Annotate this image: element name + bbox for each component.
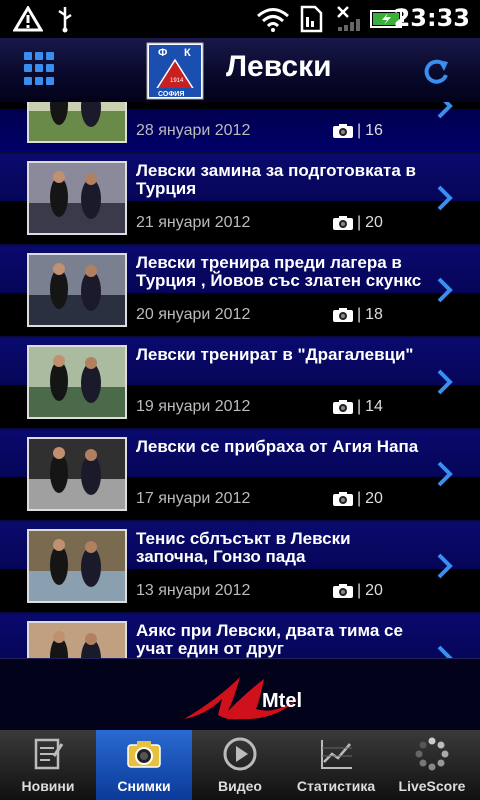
photo-thumbnail bbox=[27, 529, 127, 603]
camera-small-icon bbox=[333, 216, 353, 230]
count-value: 20 bbox=[365, 582, 383, 599]
item-date: 20 януари 2012 bbox=[136, 306, 251, 323]
item-date: 19 януари 2012 bbox=[136, 398, 251, 415]
tab-label: Статистика bbox=[296, 778, 376, 794]
count-separator: | bbox=[357, 214, 362, 231]
ad-banner[interactable]: Mtel bbox=[0, 658, 480, 731]
chevron-right-icon bbox=[437, 369, 453, 395]
chevron-right-icon bbox=[437, 102, 453, 119]
photo-count: | 18 bbox=[333, 306, 383, 324]
tab-label: Новини bbox=[21, 778, 75, 794]
wifi-icon bbox=[256, 6, 290, 32]
count-value: 18 bbox=[365, 306, 383, 323]
camera-small-icon bbox=[333, 308, 353, 322]
camera-small-icon bbox=[333, 584, 353, 598]
chevron-right-icon bbox=[437, 553, 453, 579]
item-title: Тенис сблъсъкт в Левски започна, Гонзо п… bbox=[136, 529, 351, 566]
item-title: Левски тренират в "Драгалевци" bbox=[136, 345, 414, 364]
camera-small-icon bbox=[333, 400, 353, 414]
camera-small-icon bbox=[333, 124, 353, 138]
item-date: 21 януари 2012 bbox=[136, 214, 251, 231]
photo-count: | 16 bbox=[333, 122, 383, 140]
app-header: Ф К 1914 СОФИЯ Левски bbox=[0, 38, 480, 103]
tab-label: Снимки bbox=[117, 778, 171, 794]
svg-text:1914: 1914 bbox=[170, 78, 184, 84]
gallery-list: 28 януари 2012 | 16 Левски замина за подгот… bbox=[0, 102, 480, 658]
list-item[interactable]: Аякс при Левски, двата тима се учат един… bbox=[0, 612, 480, 658]
item-title: Левски се прибраха от Агия Напа bbox=[136, 437, 419, 456]
tab-video[interactable]: Видео bbox=[192, 730, 288, 800]
list-item[interactable]: 28 януари 2012 | 16 bbox=[0, 102, 480, 152]
count-separator: | bbox=[357, 306, 362, 323]
photo-count: | 20 bbox=[333, 214, 383, 232]
item-date: 13 януари 2012 bbox=[136, 582, 251, 599]
item-title: Левски тренира преди лагера в Турция , Й… bbox=[136, 253, 422, 290]
count-value: 14 bbox=[365, 398, 383, 415]
list-item[interactable]: Левски замина за подготовката в Турция 21… bbox=[0, 152, 480, 244]
tab-label: LiveScore bbox=[398, 778, 466, 794]
ad-brand-text: Mtel bbox=[262, 690, 302, 712]
photo-thumbnail bbox=[27, 161, 127, 235]
photo-thumbnail bbox=[27, 253, 127, 327]
photo-count: | 14 bbox=[333, 398, 383, 416]
svg-text:Ф: Ф bbox=[158, 47, 167, 59]
spinner-icon bbox=[415, 737, 449, 771]
tab-photos[interactable]: Снимки bbox=[96, 730, 192, 800]
item-title: Аякс при Левски, двата тима се учат един… bbox=[136, 621, 403, 658]
refresh-icon[interactable] bbox=[422, 56, 452, 86]
chevron-right-icon bbox=[437, 277, 453, 303]
count-separator: | bbox=[357, 398, 362, 415]
photo-thumbnail bbox=[27, 102, 127, 143]
photo-thumbnail bbox=[27, 345, 127, 419]
tab-statistics[interactable]: Статистика bbox=[288, 730, 384, 800]
item-date: 17 януари 2012 bbox=[136, 490, 251, 507]
svg-text:К: К bbox=[184, 47, 191, 59]
list-item[interactable]: Левски тренират в "Драгалевци" 19 януари … bbox=[0, 336, 480, 428]
club-logo: Ф К 1914 СОФИЯ bbox=[146, 42, 204, 100]
photo-thumbnail bbox=[27, 437, 127, 511]
list-item[interactable]: Тенис сблъсъкт в Левски започна, Гонзо п… bbox=[0, 520, 480, 612]
tab-livescore[interactable]: LiveScore bbox=[384, 730, 480, 800]
chart-icon bbox=[321, 740, 352, 769]
page-title: Левски bbox=[226, 50, 332, 83]
play-icon bbox=[223, 737, 257, 771]
tab-label: Видео bbox=[218, 778, 262, 794]
sim-icon bbox=[298, 5, 324, 33]
photo-count: | 20 bbox=[333, 582, 383, 600]
signal-off-icon bbox=[334, 6, 364, 32]
photo-thumbnail bbox=[27, 621, 127, 658]
menu-grid-icon[interactable] bbox=[24, 52, 58, 86]
news-icon bbox=[34, 738, 64, 770]
count-separator: | bbox=[357, 490, 362, 507]
chevron-right-icon bbox=[437, 461, 453, 487]
status-bar: 23:33 bbox=[0, 0, 480, 38]
clock: 23:33 bbox=[393, 4, 470, 32]
mtel-logo: Mtel bbox=[184, 677, 302, 720]
count-value: 20 bbox=[365, 490, 383, 507]
svg-text:СОФИЯ: СОФИЯ bbox=[158, 91, 184, 98]
list-item[interactable]: Левски се прибраха от Агия Напа 17 януари… bbox=[0, 428, 480, 520]
list-item[interactable]: Левски тренира преди лагера в Турция , Й… bbox=[0, 244, 480, 336]
camera-small-icon bbox=[333, 492, 353, 506]
tab-news[interactable]: Новини bbox=[0, 730, 96, 800]
count-separator: | bbox=[357, 582, 362, 599]
chevron-right-icon bbox=[437, 185, 453, 211]
warning-icon bbox=[12, 6, 44, 32]
count-separator: | bbox=[357, 122, 362, 139]
usb-icon bbox=[54, 6, 76, 33]
item-date: 28 януари 2012 bbox=[136, 122, 251, 139]
camera-icon bbox=[127, 741, 161, 768]
count-value: 16 bbox=[365, 122, 383, 139]
bottom-tab-bar: Новини Снимки Видео Статистика LiveScore bbox=[0, 730, 480, 800]
chevron-right-icon bbox=[437, 645, 453, 658]
item-title: Левски замина за подготовката в Турция bbox=[136, 161, 416, 198]
photo-count: | 20 bbox=[333, 490, 383, 508]
count-value: 20 bbox=[365, 214, 383, 231]
